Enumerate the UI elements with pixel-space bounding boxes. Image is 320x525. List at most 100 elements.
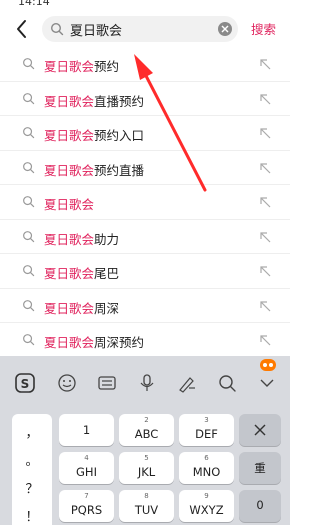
suggestion-item[interactable]: 夏日歌会 [0,185,290,220]
keypad-key[interactable]: 3 DEF [179,414,234,446]
microphone-icon [140,374,154,391]
sogou-logo-button[interactable]: S [14,372,36,394]
sogou-logo-icon: S [15,373,35,393]
fill-query-arrow-icon[interactable] [258,264,272,278]
key-letters: MNO [192,465,221,479]
suggestion-text: 夏日歌会预约入口 [44,125,144,144]
status-time: 14:14 [18,0,50,8]
collapse-icon [260,379,274,387]
suggestion-rest: 预约入口 [94,128,145,143]
keypad-key[interactable]: 2 ABC [119,414,174,446]
key-number: 2 [144,416,149,424]
key-letters: GHI [76,465,97,479]
key-number: 3 [204,416,209,424]
fill-query-arrow-icon[interactable] [258,126,272,140]
suggestion-text: 夏日歌会预约 [44,56,119,75]
suggestion-rest: 周深 [94,300,120,316]
suggestion-rest: 直播预约 [94,93,145,109]
suggestion-item[interactable]: 夏日歌会预约直播 [0,151,290,185]
microphone-button[interactable] [136,372,158,394]
close-icon [254,424,266,436]
clear-circle-icon [221,25,229,33]
status-bar: 14:14 [0,0,290,12]
suggestion-item[interactable]: 夏日歌会周深 [0,289,290,323]
key-label: 0 [256,498,264,512]
punctuation-key[interactable]: ？ [12,478,52,497]
punctuation-key[interactable]: ， [12,422,52,441]
fill-query-arrow-icon[interactable] [258,92,272,106]
keypad-key[interactable]: 6 MNO [179,452,234,484]
keypad-key[interactable]: 9 WXYZ [179,490,234,522]
suggestion-highlight: 夏日歌会 [44,197,95,212]
keypad-key[interactable]: 5 JKL [119,452,174,484]
fill-query-arrow-icon[interactable] [258,195,272,209]
suggestion-highlight: 夏日歌会 [44,59,95,74]
keyboard: ， 。 ？ ！ 1 2 ABC 3 DEF 4 GHI 5 JKL 6 MNO 7 PQRS 8 TUV 9 WXYZ… [0,402,290,525]
chevron-left-icon [17,20,26,38]
key-number: 6 [204,454,209,462]
keypad-key[interactable]: 8 TUV [119,490,174,522]
suggestion-item[interactable]: 夏日歌会周深预约 [0,323,290,358]
emoji-icon [58,374,76,392]
suggestion-highlight: 夏日歌会 [44,266,95,281]
suggestion-highlight: 夏日歌会 [44,335,95,350]
suggestion-highlight: 夏日歌会 [44,300,95,316]
back-button[interactable] [10,17,34,41]
suggestion-item[interactable]: 夏日歌会助力 [0,220,290,254]
fill-query-arrow-icon[interactable] [258,161,272,175]
key-number: 9 [204,492,209,500]
punctuation-key[interactable]: ！ [12,506,52,525]
search-icon [23,334,35,346]
handwriting-button[interactable] [176,372,198,394]
search-icon [23,299,35,311]
suggestion-text: 夏日歌会 [44,194,94,213]
search-input[interactable] [70,19,210,39]
collapse-button[interactable] [256,372,278,394]
suggestion-highlight: 夏日歌会 [44,231,95,247]
suggestion-rest: 尾巴 [94,266,120,281]
reenter-key[interactable]: 重 [239,452,281,484]
key-letters: JKL [137,465,156,479]
suggestion-item[interactable]: 夏日歌会尾巴 [0,254,290,289]
emoji-button[interactable] [56,372,78,394]
suggestion-text: 夏日歌会助力 [44,229,119,248]
search-button[interactable]: 搜索 [251,19,276,38]
handwriting-icon [179,377,195,393]
search-icon [23,265,35,277]
suggestion-text: 夏日歌会尾巴 [44,263,119,282]
key-letters: TUV [134,503,159,517]
suggestion-item[interactable]: 夏日歌会直播预约 [0,82,290,116]
keypad-key[interactable]: 7 PQRS [59,490,114,522]
clear-button[interactable] [218,22,232,36]
fill-query-arrow-icon[interactable] [258,333,272,347]
fill-query-arrow-icon[interactable] [258,299,272,313]
notification-badge-icon [260,359,276,371]
search-icon [23,58,35,70]
suggestion-highlight: 夏日歌会 [44,162,95,178]
suggestion-item[interactable]: 夏日歌会预约入口 [0,116,290,151]
svg-text:S: S [21,377,30,391]
keypad-key[interactable]: 4 GHI [59,452,114,484]
keyboard-button[interactable] [96,372,118,394]
fill-query-arrow-icon[interactable] [258,57,272,71]
suggestion-text: 夏日歌会直播预约 [44,91,144,110]
search-icon [23,161,35,173]
search-box[interactable] [42,16,238,42]
punctuation-column[interactable]: ， 。 ？ ！ [12,414,52,525]
suggestion-text: 夏日歌会周深预约 [44,332,144,351]
zero-key[interactable]: 0 [239,490,281,522]
search-icon [50,22,64,36]
suggestion-item[interactable]: 夏日歌会预约 [0,47,290,82]
search-button[interactable] [216,372,238,394]
search-icon [23,196,35,208]
search-icon [23,92,35,104]
key-number: 5 [144,454,149,462]
suggestion-text: 夏日歌会周深 [44,298,119,317]
suggestion-rest: 预约直播 [94,162,145,178]
punctuation-key[interactable]: 。 [12,450,52,469]
fill-query-arrow-icon[interactable] [258,230,272,244]
keypad-key[interactable]: 1 [59,414,114,446]
key-letters: DEF [195,427,218,441]
delete-key[interactable] [239,414,281,446]
keyboard-toolbar: S [0,356,290,402]
